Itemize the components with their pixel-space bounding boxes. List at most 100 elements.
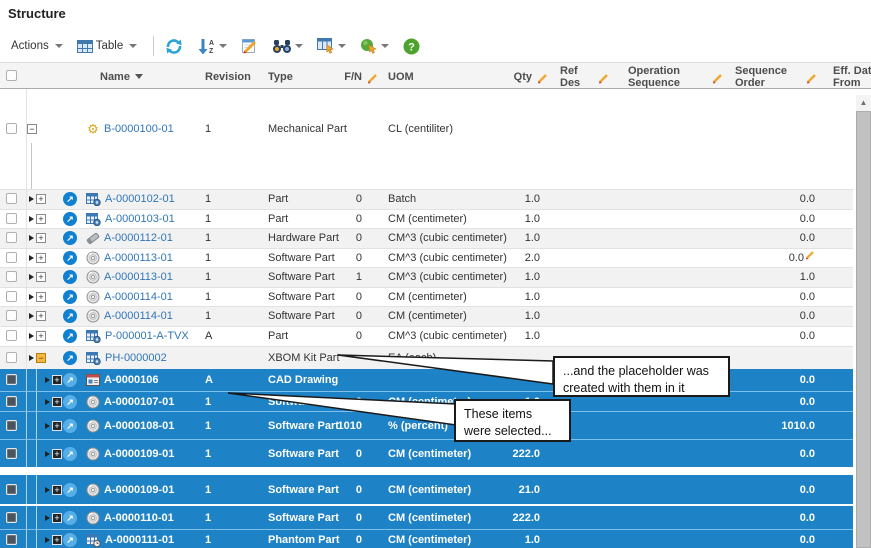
usage-link-icon[interactable]: ↗ (63, 309, 77, 323)
part-link[interactable]: A-0000113-01 (104, 252, 173, 264)
part-link[interactable]: A-0000108-01 (104, 420, 174, 432)
table-row[interactable]: +↗A-0000111-011Phantom Part0CM (centimet… (0, 529, 853, 548)
column-header-type[interactable]: Type (268, 63, 328, 89)
table-row[interactable]: +↗A-0000112-011Hardware Part0CM^3 (cubic… (0, 228, 853, 248)
insert-arrow-icon[interactable] (45, 515, 50, 521)
table-row[interactable]: +↗A-0000103-011Part0CM (centimeter)1.00.… (0, 209, 853, 229)
actions-menu[interactable]: Actions (8, 40, 63, 52)
part-link[interactable]: B-0000100-01 (104, 123, 174, 135)
part-link[interactable]: A-0000109-01 (104, 484, 174, 496)
column-header-uom[interactable]: UOM (388, 63, 448, 89)
column-header-name[interactable]: Name (100, 63, 200, 89)
expand-icon[interactable]: + (36, 331, 46, 341)
row-checkbox[interactable] (6, 213, 17, 224)
insert-arrow-icon[interactable] (45, 423, 50, 429)
part-link[interactable]: A-0000107-01 (104, 396, 174, 408)
row-checkbox[interactable] (6, 534, 17, 545)
usage-link-icon[interactable]: ↗ (63, 192, 77, 206)
table-row[interactable]: +↗A-0000108-011Software Part1010% (perce… (0, 411, 853, 439)
table-row[interactable]: +↗A-0000113-011Software Part1CM^3 (cubic… (0, 267, 853, 287)
sort-menu[interactable]: AZ (198, 38, 227, 55)
part-link[interactable]: A-0000110-01 (104, 512, 174, 524)
insert-arrow-icon[interactable] (45, 451, 50, 457)
column-header-qty[interactable]: Qty (455, 63, 532, 89)
table-row[interactable]: +↗A-0000114-011Software Part0CM (centime… (0, 306, 853, 326)
table-view-menu[interactable]: Table (77, 40, 138, 53)
usage-link-icon[interactable]: ↗ (63, 231, 77, 245)
row-checkbox[interactable] (6, 448, 17, 459)
insert-arrow-icon[interactable] (45, 537, 50, 543)
insert-arrow-icon[interactable] (45, 487, 50, 493)
usage-link-icon[interactable]: ↗ (63, 447, 77, 461)
insert-arrow-icon[interactable] (29, 333, 34, 339)
usage-link-icon[interactable]: ↗ (63, 270, 77, 284)
row-checkbox[interactable] (6, 484, 17, 495)
row-checkbox[interactable] (6, 252, 17, 263)
usage-link-icon[interactable]: ↗ (63, 329, 77, 343)
part-link[interactable]: A-0000114-01 (104, 310, 173, 322)
part-link[interactable]: A-0000114-01 (104, 291, 173, 303)
part-link[interactable]: A-0000109-01 (104, 448, 174, 460)
find-menu[interactable] (272, 39, 303, 54)
expand-icon[interactable]: + (36, 233, 46, 243)
edit-button[interactable] (241, 38, 258, 54)
row-checkbox[interactable] (6, 352, 17, 363)
apply-menu[interactable] (360, 38, 389, 54)
collapse-icon[interactable]: − (27, 124, 37, 134)
insert-arrow-icon[interactable] (29, 313, 34, 319)
row-checkbox[interactable] (6, 512, 17, 523)
expand-icon[interactable]: + (52, 375, 62, 385)
expand-icon[interactable]: + (36, 194, 46, 204)
row-checkbox[interactable] (6, 232, 17, 243)
table-row[interactable]: +↗A-0000102-011Part0Batch1.00.0 (0, 189, 853, 209)
expand-icon[interactable]: + (52, 513, 62, 523)
refresh-button[interactable] (164, 38, 184, 55)
expand-icon[interactable]: + (36, 272, 46, 282)
row-checkbox[interactable] (6, 330, 17, 341)
usage-link-icon[interactable]: ↗ (63, 373, 77, 387)
usage-link-icon[interactable]: ↗ (63, 419, 77, 433)
help-button[interactable]: ? (403, 38, 420, 55)
row-checkbox[interactable] (6, 374, 17, 385)
expand-icon[interactable]: + (52, 485, 62, 495)
table-row[interactable]: −⚙B-0000100-011Mechanical PartCL (centil… (0, 89, 853, 189)
usage-link-icon[interactable]: ↗ (63, 290, 77, 304)
table-row[interactable]: +↗A-0000109-011Software Part0CM (centime… (0, 475, 853, 504)
insert-arrow-icon[interactable] (45, 399, 50, 405)
usage-link-icon[interactable]: ↗ (63, 212, 77, 226)
row-checkbox[interactable] (6, 123, 17, 134)
insert-arrow-icon[interactable] (29, 196, 34, 202)
insert-arrow-icon[interactable] (29, 255, 34, 261)
usage-link-icon[interactable]: ↗ (63, 533, 77, 547)
table-row[interactable]: +↗A-0000110-011Software Part0CM (centime… (0, 506, 853, 529)
insert-arrow-icon[interactable] (29, 294, 34, 300)
column-header-sequence-order[interactable]: Sequence Order (735, 63, 797, 89)
insert-arrow-icon[interactable] (29, 274, 34, 280)
usage-link-icon[interactable]: ↗ (63, 351, 77, 365)
column-header-fn[interactable]: F/N (322, 63, 362, 89)
usage-link-icon[interactable]: ↗ (63, 395, 77, 409)
row-checkbox[interactable] (6, 193, 17, 204)
column-header-revision[interactable]: Revision (205, 63, 263, 89)
expand-icon[interactable]: + (36, 292, 46, 302)
scroll-up-arrow-icon[interactable]: ▲ (856, 95, 871, 111)
usage-link-icon[interactable]: ↗ (63, 251, 77, 265)
part-link[interactable]: P-000001-A-TVX (105, 330, 189, 342)
table-row[interactable]: +↗A-0000113-011Software Part0CM^3 (cubic… (0, 248, 853, 268)
expand-icon[interactable]: + (36, 214, 46, 224)
expand-icon[interactable]: + (52, 449, 62, 459)
row-checkbox[interactable] (6, 420, 17, 431)
insert-arrow-icon[interactable] (29, 216, 34, 222)
part-link[interactable]: A-0000113-01 (104, 271, 173, 283)
table-row[interactable]: +↗A-0000114-011Software Part0CM (centime… (0, 287, 853, 307)
insert-arrow-icon[interactable] (45, 377, 50, 383)
expand-icon[interactable]: + (36, 311, 46, 321)
row-checkbox[interactable] (6, 271, 17, 282)
expand-icon[interactable]: + (52, 397, 62, 407)
row-checkbox[interactable] (6, 310, 17, 321)
usage-link-icon[interactable]: ↗ (63, 483, 77, 497)
table-row[interactable]: +↗P-000001-A-TVXAPart0CM^3 (cubic centim… (0, 326, 853, 347)
part-link[interactable]: PH-0000002 (105, 352, 167, 364)
scrollbar-thumb[interactable] (856, 111, 871, 548)
insert-arrow-icon[interactable] (29, 235, 34, 241)
